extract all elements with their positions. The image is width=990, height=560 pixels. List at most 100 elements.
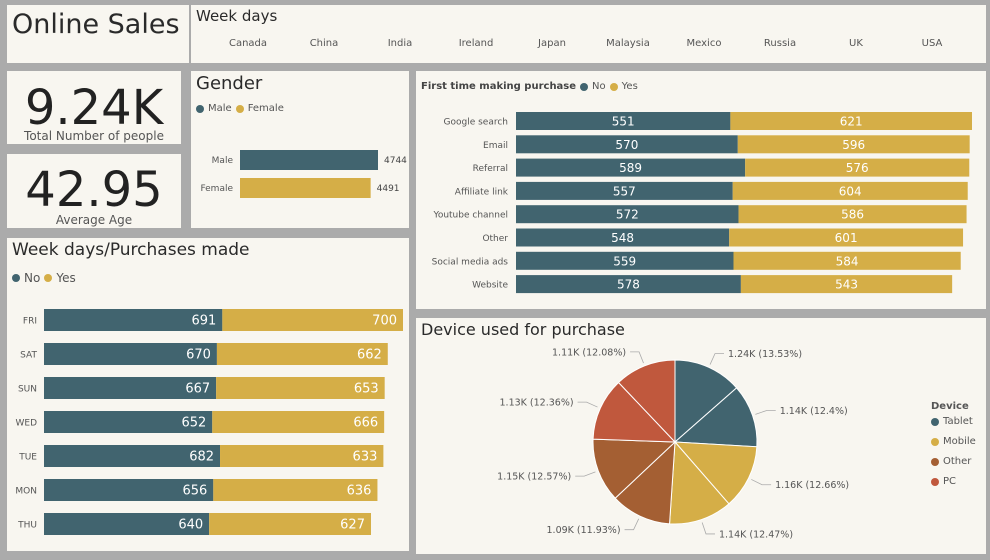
slice-leader-line xyxy=(624,518,640,531)
category-label: WED xyxy=(15,419,37,429)
kpi-label-people: Total Number of people xyxy=(24,129,164,143)
gender-bar-chart: Male 4744 Female 4491 xyxy=(200,150,407,198)
category-label: Youtube channel xyxy=(433,211,508,221)
slice-label: 1.11K (12.08%) xyxy=(552,347,626,358)
weekday-panel: Week days/Purchases made No Yes FRI 691 70… xyxy=(7,238,409,551)
data-label: 656 xyxy=(182,484,207,499)
kpi-card-people: 9.24K Total Number of people xyxy=(7,71,181,144)
slice-label: 1.16K (12.66%) xyxy=(775,480,849,491)
data-label: 682 xyxy=(189,450,214,465)
legend-dot xyxy=(931,417,939,426)
category-label: MON xyxy=(15,487,37,497)
category-label: SAT xyxy=(20,351,37,361)
country-option-russia[interactable]: Russia xyxy=(750,38,810,49)
gender-bar-male[interactable] xyxy=(240,150,378,170)
legend-label: Mobile xyxy=(943,436,976,447)
country-option-malaysia[interactable]: Malaysia xyxy=(598,38,658,49)
device-pie-chart: 1.24K (13.53%) 1.14K (12.4%) 1.16K (12.66%… xyxy=(497,347,849,540)
device-legend-item-mobile[interactable]: Mobile xyxy=(931,436,976,447)
legend-label: PC xyxy=(943,476,957,487)
slice-leader-line xyxy=(630,351,644,364)
legend-label: Other xyxy=(943,456,972,467)
slice-label: 1.09K (11.93%) xyxy=(547,525,621,536)
data-label: 589 xyxy=(619,161,642,175)
title-panel: Online Sales xyxy=(7,5,189,63)
category-label: Affiliate link xyxy=(455,187,509,197)
device-panel: Device used for purchase 1.24K (13.53%) 1… xyxy=(416,318,986,554)
data-label: 652 xyxy=(181,416,206,431)
category-label: Website xyxy=(472,281,508,291)
category-label: SUN xyxy=(18,385,37,395)
first-purchase-panel: First time making purchase No Yes Google… xyxy=(416,71,986,309)
data-label: 653 xyxy=(354,382,379,397)
data-label: 666 xyxy=(353,416,378,431)
slice-label: 1.14K (12.47%) xyxy=(719,529,793,540)
country-option-india[interactable]: India xyxy=(370,38,430,49)
category-label: TUE xyxy=(18,453,37,463)
slice-label: 1.13K (12.36%) xyxy=(500,398,574,409)
country-option-usa[interactable]: USA xyxy=(902,38,962,49)
data-label: 557 xyxy=(613,184,636,198)
data-label: 636 xyxy=(347,484,372,499)
weekday-stacked-bar-chart: FRI 691 700 SAT 670 662 SUN 667 653 WED 652 666 TUE 6… xyxy=(15,309,403,535)
data-label: 627 xyxy=(340,518,365,533)
data-label: 572 xyxy=(616,208,639,222)
data-label: 576 xyxy=(846,161,869,175)
category-label: Email xyxy=(483,141,508,151)
device-legend-items: Tablet Mobile Other PC xyxy=(931,416,976,487)
data-label: 543 xyxy=(835,278,858,292)
gender-panel: Gender Male Female Male 4744 Female 4491 xyxy=(191,71,409,228)
slice-leader-line xyxy=(755,410,776,415)
weekdays-slicer-title: Week days xyxy=(196,7,278,25)
category-label: FRI xyxy=(23,317,37,327)
country-option-japan[interactable]: Japan xyxy=(522,38,582,49)
data-label: 596 xyxy=(842,138,865,152)
slice-label: 1.15K (12.57%) xyxy=(497,472,571,483)
slice-leader-line xyxy=(577,401,598,408)
category-label: THU xyxy=(17,521,37,531)
country-option-canada[interactable]: Canada xyxy=(218,38,278,49)
kpi-label-age: Average Age xyxy=(55,213,133,227)
first-purchase-stacked-bar-chart: Google search 551 621 Email 570 596 Referral 58… xyxy=(432,112,972,294)
country-option-china[interactable]: China xyxy=(294,38,354,49)
legend-dot xyxy=(931,437,939,446)
data-label: 670 xyxy=(186,348,211,363)
data-label: 633 xyxy=(353,450,378,465)
device-legend-item-tablet[interactable]: Tablet xyxy=(931,416,976,427)
data-label: 662 xyxy=(357,348,382,363)
gender-category-label: Male xyxy=(212,156,234,166)
slice-leader-line xyxy=(751,479,772,486)
data-label: 570 xyxy=(615,138,638,152)
data-label: 559 xyxy=(613,254,636,268)
kpi-value-age: 42.95 xyxy=(25,162,163,218)
data-label: 586 xyxy=(841,208,864,222)
country-option-ireland[interactable]: Ireland xyxy=(446,38,506,49)
slice-label: 1.24K (13.53%) xyxy=(728,349,802,360)
legend-label: Tablet xyxy=(943,416,973,427)
country-option-mexico[interactable]: Mexico xyxy=(674,38,734,49)
data-label: 578 xyxy=(617,278,640,292)
category-label: Google search xyxy=(444,118,509,128)
data-label: 691 xyxy=(192,314,217,329)
data-label: 604 xyxy=(839,184,862,198)
data-label: 601 xyxy=(835,231,858,245)
data-label: 700 xyxy=(372,314,397,329)
category-label: Other xyxy=(482,234,508,244)
kpi-card-age: 42.95 Average Age xyxy=(7,154,181,228)
device-legend-item-pc[interactable]: PC xyxy=(931,476,976,487)
device-legend: Device Tablet Mobile Other PC xyxy=(931,401,976,496)
gender-value-label: 4491 xyxy=(377,184,400,194)
weekdays-slicer-panel: Week days Canada China India Ireland Japan Ma… xyxy=(191,5,986,63)
legend-dot xyxy=(931,477,939,486)
data-label: 640 xyxy=(178,518,203,533)
data-label: 621 xyxy=(840,115,863,129)
kpi-value-people: 9.24K xyxy=(24,80,164,136)
data-label: 551 xyxy=(612,115,635,129)
country-option-uk[interactable]: UK xyxy=(826,38,886,49)
gender-category-label: Female xyxy=(200,184,233,194)
gender-bar-female[interactable] xyxy=(240,178,371,198)
page-title: Online Sales xyxy=(12,9,180,40)
slice-label: 1.14K (12.4%) xyxy=(780,406,848,417)
slice-leader-line xyxy=(709,353,725,365)
device-legend-item-other[interactable]: Other xyxy=(931,456,976,467)
